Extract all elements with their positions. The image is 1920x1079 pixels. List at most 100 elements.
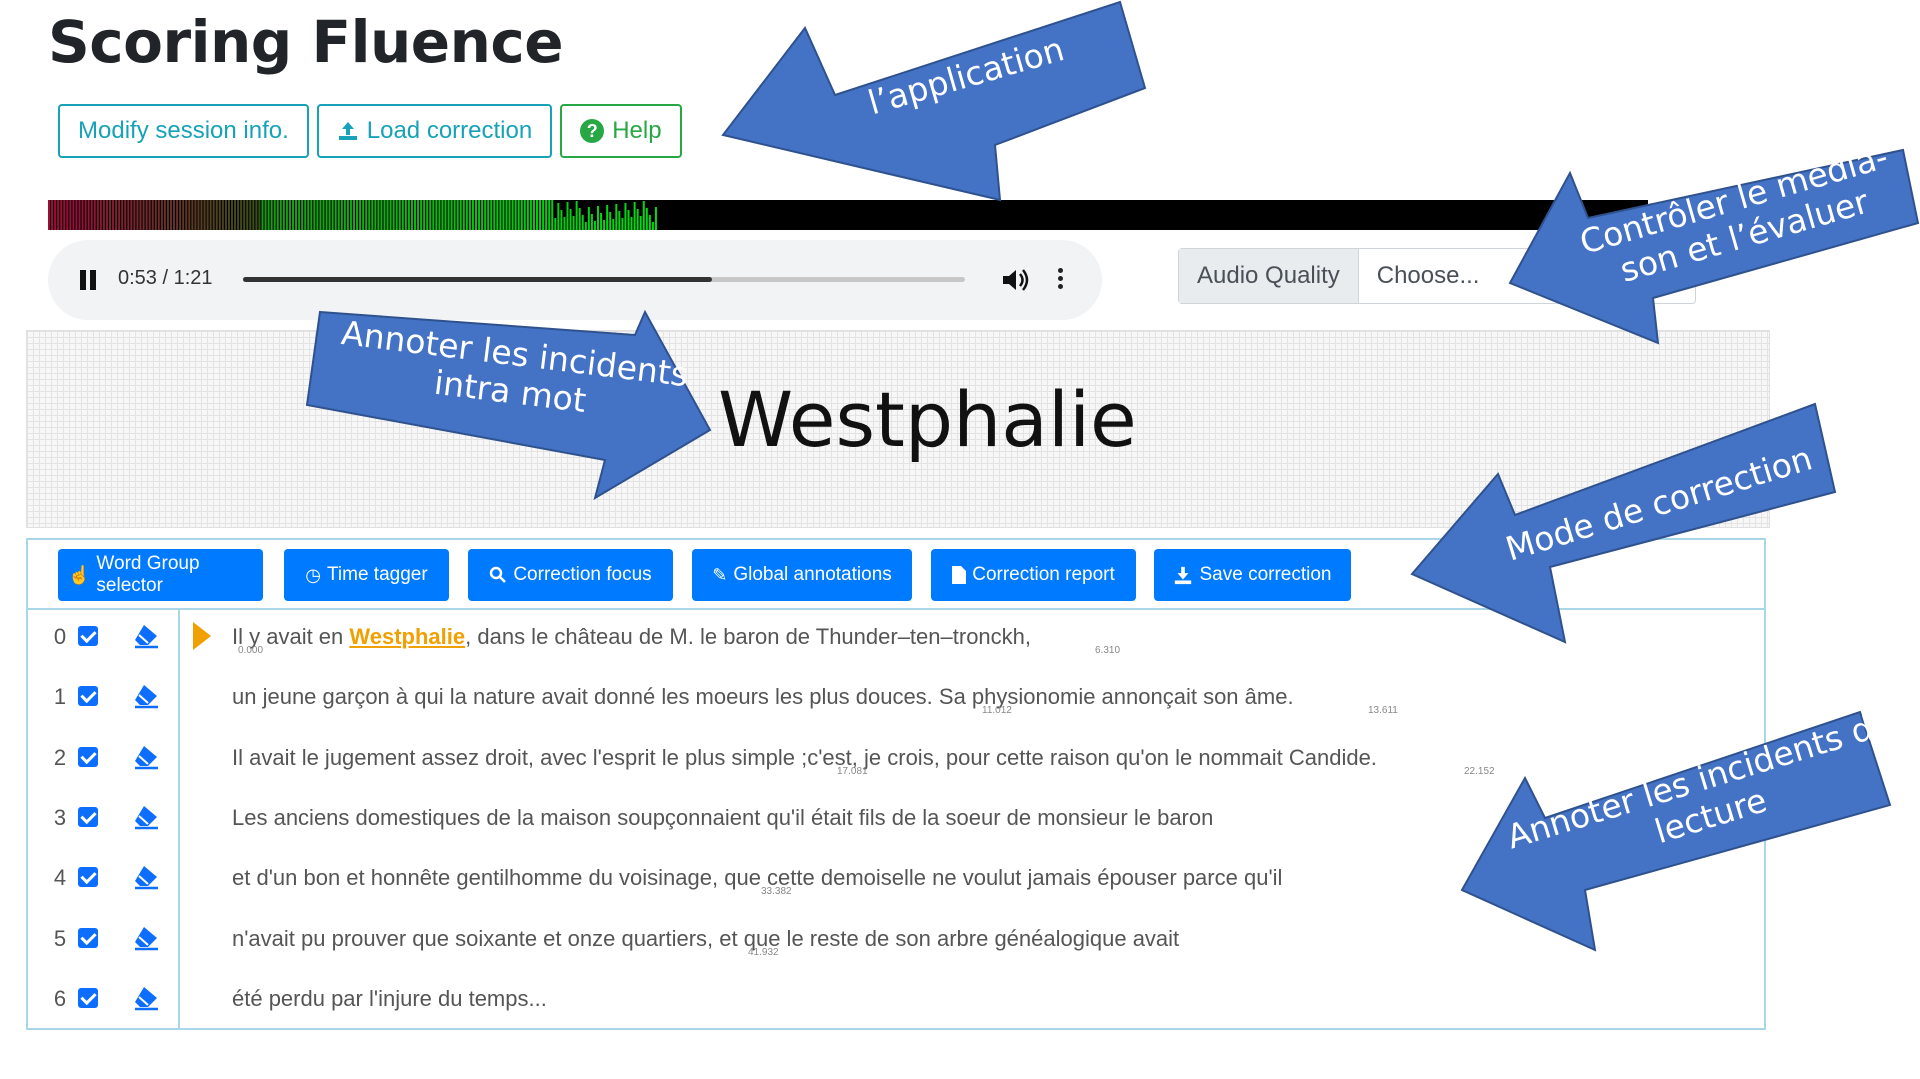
visualizer-bar (118, 200, 121, 230)
line-checkbox[interactable] (78, 927, 98, 948)
visualizer-bar (648, 215, 651, 230)
visualizer-bar (288, 200, 291, 230)
visualizer-bar (221, 200, 224, 230)
visualizer-bar (386, 200, 389, 230)
visualizer-bar (597, 206, 599, 230)
visualizer-bar (493, 200, 496, 230)
line-checkbox[interactable] (78, 987, 98, 1008)
visualizer-bar (624, 203, 627, 230)
visualizer-bar (246, 200, 249, 230)
visualizer-bar (539, 200, 542, 230)
correction-focus-button[interactable]: Correction focus (468, 549, 673, 601)
load-correction-button[interactable]: Load correction (316, 104, 553, 158)
hand-pointer-icon: ☝ (68, 564, 91, 585)
modify-session-button[interactable]: Modify session info. (58, 104, 309, 158)
seek-bar-progress (243, 277, 713, 282)
visualizer-bar (57, 200, 60, 230)
line-text[interactable]: un jeune garçon à qui la nature avait do… (232, 684, 1294, 710)
global-annotations-label: Global annotations (733, 564, 892, 585)
visualizer-bar (81, 200, 84, 230)
visualizer-bar (447, 200, 450, 230)
line-text[interactable]: Il avait le jugement assez droit, avec l… (232, 745, 1377, 771)
visualizer-bar (343, 200, 346, 230)
visualizer-bar (63, 200, 66, 230)
line-text-segment: été perdu par l'injure du temps... (232, 985, 547, 1011)
line-text[interactable]: Il y avait en Westphalie, dans le châtea… (232, 624, 1031, 650)
current-word: Westphalie (718, 375, 1137, 464)
global-annotations-button[interactable]: ✎ Global annotations (692, 549, 912, 601)
pause-icon[interactable] (78, 270, 98, 290)
more-options-icon[interactable] (1058, 268, 1064, 292)
line-checkbox[interactable] (78, 806, 98, 827)
line-text[interactable]: et d'un bon et honnête gentilhomme du vo… (232, 865, 1282, 891)
eraser-icon[interactable] (132, 743, 160, 771)
audio-player[interactable]: 0:53 / 1:21 (48, 240, 1102, 320)
visualizer-bar (84, 200, 87, 230)
volume-icon[interactable] (1000, 266, 1030, 294)
word-group-selector-button[interactable]: ☝ Word Group selector (58, 549, 263, 601)
eraser-icon[interactable] (132, 984, 160, 1012)
text-line-row[interactable]: 6 été perdu par l'injure du temps... (28, 972, 1764, 1032)
eraser-icon[interactable] (132, 803, 160, 831)
line-checkbox[interactable] (78, 626, 98, 646)
visualizer-bar (459, 200, 462, 230)
visualizer-bar (508, 200, 511, 230)
eraser-icon[interactable] (132, 622, 160, 650)
line-number: 2 (53, 744, 67, 770)
eraser-icon[interactable] (132, 863, 160, 891)
line-text[interactable]: été perdu par l'injure du temps... (232, 986, 547, 1012)
visualizer-bar (654, 207, 657, 230)
timestamp-label: 41.932 (748, 946, 779, 958)
help-button[interactable]: ? Help (560, 104, 682, 158)
correction-report-button[interactable]: Correction report (931, 549, 1136, 601)
eraser-icon[interactable] (132, 924, 160, 952)
visualizer-bar (206, 200, 209, 230)
line-text-segment: et d'un bon et honnête gentilhomme du vo… (232, 865, 1283, 891)
save-correction-button[interactable]: Save correction (1154, 549, 1351, 601)
visualizer-bar (426, 200, 429, 230)
visualizer-bar (353, 200, 355, 230)
visualizer-bar (557, 203, 560, 230)
visualizer-bar (151, 200, 154, 230)
visualizer-bar (69, 200, 72, 230)
line-number: 4 (53, 865, 67, 891)
line-number: 1 (53, 684, 67, 710)
line-text-segment: , dans le château de M. le baron de Thun… (465, 624, 1032, 649)
timestamp-label: 17.081 (837, 765, 868, 777)
visualizer-bar (282, 200, 285, 230)
line-checkbox[interactable] (78, 867, 98, 888)
search-icon (490, 566, 507, 583)
eraser-icon[interactable] (132, 682, 160, 710)
visualizer-bar (359, 200, 362, 230)
visualizer-bar (349, 200, 352, 230)
visualizer-bar (179, 200, 182, 230)
visualizer-bar (578, 208, 581, 230)
line-text[interactable]: Les anciens domestiques de la maison sou… (232, 805, 1213, 831)
visualizer-bar (66, 200, 69, 230)
visualizer-bar (212, 200, 215, 230)
pen-icon: ✎ (712, 564, 728, 585)
visualizer-bar (542, 200, 545, 230)
visualizer-bar (209, 200, 212, 230)
visualizer-bar (484, 200, 487, 230)
visualizer-bar (581, 215, 584, 230)
visualizer-bar (105, 200, 108, 230)
line-checkbox[interactable] (78, 686, 98, 707)
visualizer-bar (261, 200, 264, 230)
visualizer-bar (139, 200, 142, 230)
visualizer-bar (417, 200, 420, 230)
visualizer-bar (173, 200, 176, 230)
time-tagger-button[interactable]: ◷ Time tagger (284, 549, 449, 601)
line-checkbox[interactable] (78, 746, 98, 767)
visualizer-bar (505, 200, 508, 230)
visualizer-bar (145, 200, 148, 230)
line-text[interactable]: n'avait pu prouver que soixante et onze … (232, 926, 1179, 952)
highlighted-word[interactable]: Westphalie (349, 624, 465, 649)
visualizer-bar (356, 200, 359, 230)
visualizer-bar (124, 200, 127, 230)
visualizer-bar (548, 200, 551, 230)
visualizer-bar (197, 200, 200, 230)
seek-bar[interactable] (243, 277, 965, 282)
visualizer-bar (99, 200, 102, 230)
visualizer-bar (127, 200, 130, 230)
